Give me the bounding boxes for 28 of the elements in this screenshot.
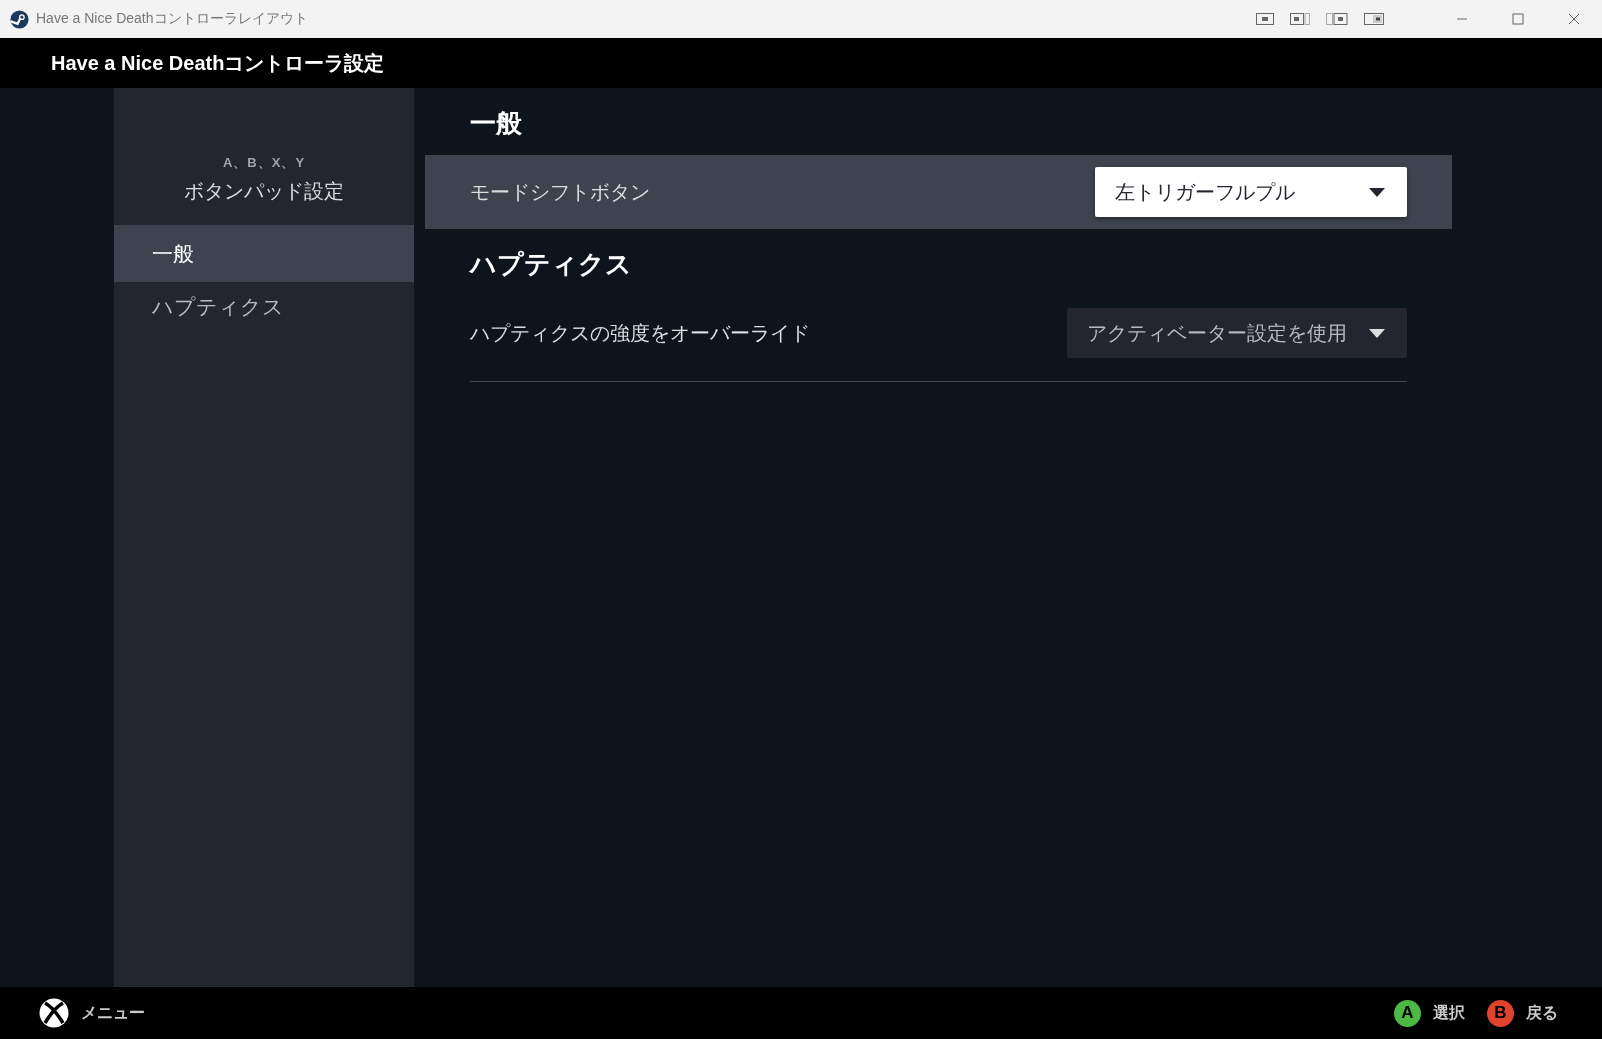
hint-label[interactable]: 戻る [1526,1002,1558,1024]
menu-label[interactable]: メニュー [81,1002,145,1024]
button-group-subtitle: A、B、X、Y [222,154,306,172]
screenshot-icon[interactable] [1256,13,1274,25]
sidebar-item[interactable]: 一般 [114,225,414,282]
section-heading: ハプティクス [468,248,633,281]
settings-row-highlight[interactable]: モードシフトボタン 左トリガーフルプル [425,155,1452,229]
layout-icon[interactable] [1364,13,1384,25]
caret-icon [1369,328,1385,338]
layout-icon[interactable] [1290,13,1310,25]
maximize-icon[interactable] [1512,13,1524,25]
close-icon[interactable] [1568,13,1580,25]
app-logo-icon [10,9,29,29]
controller-button-badge: B [1487,999,1514,1027]
sidebar-title: ボタンパッド設定 [184,179,344,204]
controller-logo-icon [39,998,69,1028]
hint-label[interactable]: 選択 [1433,1002,1465,1024]
layout-icon[interactable] [1326,13,1348,25]
dropdown[interactable]: 左トリガーフルプル [1095,167,1407,217]
sidebar-item[interactable]: ハプティクス [114,282,414,332]
dropdown[interactable]: アクティベーター設定を使用 [1067,308,1407,358]
setting-label: モードシフトボタン [470,179,650,205]
controller-button-badge: A [1394,999,1421,1027]
caret-icon [1369,187,1385,197]
window-title: Have a Nice Deathコントローラレイアウト [36,10,309,28]
section-heading: 一般 [469,107,523,140]
page-title: Have a Nice Deathコントローラ設定 [51,50,385,76]
setting-label: ハプティクスの強度をオーバーライド [470,320,810,346]
